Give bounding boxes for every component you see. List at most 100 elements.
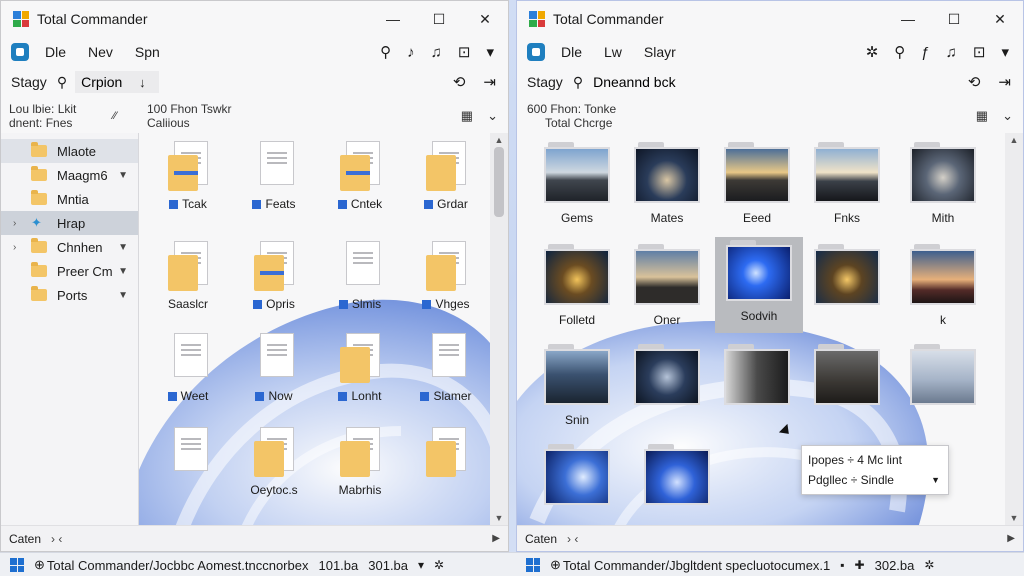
search-icon[interactable]: ⚲ [380, 43, 391, 61]
status-nav-arrows[interactable]: › ‹ [567, 532, 578, 546]
scroll-down-icon[interactable]: ▼ [1005, 513, 1023, 523]
file-item[interactable] [145, 427, 231, 483]
file-item[interactable]: Cntek [317, 141, 403, 211]
file-item[interactable]: Weet [145, 333, 231, 403]
file-item[interactable]: Grdar [403, 141, 489, 211]
thumbnail-item[interactable] [533, 444, 621, 513]
chevron-down-icon[interactable]: ▾ [418, 558, 424, 572]
music-icon[interactable]: ♫ [431, 44, 442, 61]
swap-icon[interactable]: ⇥ [483, 73, 496, 91]
header-col-2[interactable]: 100 Fhon Tswkr Caliious [139, 102, 232, 130]
thumbnail-item[interactable]: Oner [623, 244, 711, 327]
maximize-button[interactable]: ☐ [931, 1, 977, 37]
header-col-1[interactable]: 600 Fhon: Tonke Total Chcrge [517, 102, 616, 130]
scroll-up-icon[interactable]: ▲ [1005, 135, 1023, 145]
header-col-1[interactable]: Lou lbie: Lkit dnent: Fnes [1, 102, 113, 130]
file-item[interactable]: Feats [231, 141, 317, 211]
thumbnail-item[interactable] [803, 244, 891, 313]
refresh-icon[interactable]: ⟲ [968, 73, 981, 91]
function-icon[interactable]: ƒ [921, 44, 929, 61]
settings-icon[interactable]: ✲ [924, 558, 934, 572]
file-item[interactable]: Opris [231, 241, 317, 311]
more-dropdown-icon[interactable]: ▾ [486, 43, 494, 61]
vertical-scrollbar[interactable]: ▲ ▼ [490, 133, 508, 525]
vertical-scrollbar[interactable]: ▲ ▼ [1005, 133, 1023, 525]
thumbnail-item[interactable]: Gems [533, 142, 621, 225]
tree-item[interactable]: Maagm6 ▼ [1, 163, 138, 187]
thumbnail-item[interactable]: Fnks [803, 142, 891, 225]
file-item[interactable]: Vhges [403, 241, 489, 311]
close-button[interactable]: ✕ [462, 1, 508, 37]
chevron-down-icon[interactable]: ▼ [118, 266, 128, 277]
thumbnail-item[interactable] [803, 344, 891, 413]
file-item[interactable]: Oeytoc.s [231, 427, 317, 497]
file-item[interactable]: Saaslcr [145, 241, 231, 311]
chevron-down-icon[interactable]: ▼ [118, 170, 128, 181]
settings-icon[interactable]: ✲ [434, 558, 444, 572]
swap-icon[interactable]: ⇥ [998, 73, 1011, 91]
thumbnail-item[interactable]: Mith [899, 142, 987, 225]
title-bar[interactable]: Total Commander — ☐ ✕ [517, 1, 1023, 37]
sort-indicator[interactable]: ⁄⁄ [113, 110, 139, 122]
grid-view-icon[interactable]: ▦ [976, 108, 988, 124]
chevron-right-icon[interactable]: › [13, 218, 16, 229]
thumbnail-item[interactable]: Eeed [713, 142, 801, 225]
thumbnail-item[interactable]: Snin [533, 344, 621, 427]
file-item[interactable]: Slmis [317, 241, 403, 311]
menu-item-file[interactable]: Dle [45, 44, 66, 60]
file-item[interactable]: Slamer [403, 333, 489, 403]
scroll-up-icon[interactable]: ▲ [490, 135, 508, 145]
maximize-button[interactable]: ☐ [416, 1, 462, 37]
file-item[interactable]: Now [231, 333, 317, 403]
path-input[interactable] [75, 71, 160, 93]
tree-item[interactable]: Mlaote [1, 139, 138, 163]
tree-item[interactable]: Preer Cm ▼ [1, 259, 138, 283]
menu-item-new[interactable]: Nev [88, 44, 113, 60]
tree-item[interactable]: Mntia [1, 187, 138, 211]
thumbnail-item[interactable] [633, 444, 721, 513]
thumbnail-item[interactable]: Mates [623, 142, 711, 225]
tree-item[interactable]: › Chnhen ▼ [1, 235, 138, 259]
file-item[interactable]: Lonht [317, 333, 403, 403]
thumbnail-item[interactable]: Folletd [533, 244, 621, 327]
chevron-down-icon[interactable]: ▼ [118, 242, 128, 253]
menu-item-slayr[interactable]: Slayr [644, 44, 676, 60]
menu-item-file[interactable]: Dle [561, 44, 582, 60]
note-icon[interactable]: ♪ [407, 44, 415, 61]
chevron-down-icon[interactable]: ▼ [931, 470, 940, 490]
file-item[interactable] [403, 427, 489, 483]
start-icon[interactable] [10, 558, 24, 572]
minimize-button[interactable]: — [885, 1, 931, 37]
file-item[interactable]: Tcak [145, 141, 231, 211]
status-nav-arrows[interactable]: › ‹ [51, 532, 62, 546]
more-dropdown-icon[interactable]: ▾ [1001, 43, 1009, 61]
home-icon[interactable] [527, 43, 545, 61]
scroll-thumb[interactable] [494, 147, 504, 217]
view-icon[interactable]: ⊡ [973, 43, 986, 61]
title-bar[interactable]: Total Commander — ☐ ✕ [1, 1, 508, 37]
scroll-down-icon[interactable]: ▼ [490, 513, 508, 523]
search-icon[interactable]: ⚲ [894, 43, 905, 61]
thumbnail-item[interactable] [899, 344, 987, 413]
add-icon[interactable]: ✚ [855, 558, 865, 572]
refresh-icon[interactable]: ⟲ [453, 73, 466, 91]
minimize-button[interactable]: — [370, 1, 416, 37]
thumbnail-item[interactable] [623, 344, 711, 413]
chevron-down-icon[interactable]: ⌄ [1002, 108, 1013, 124]
scroll-right-icon[interactable]: ▶ [492, 533, 500, 544]
chevron-right-icon[interactable]: › [13, 242, 16, 253]
scroll-right-icon[interactable]: ▶ [1007, 533, 1015, 544]
file-item[interactable]: Mabrhis [317, 427, 403, 497]
tree-item[interactable]: Ports ▼ [1, 283, 138, 307]
home-icon[interactable] [11, 43, 29, 61]
grid-view-icon[interactable]: ▦ [461, 108, 473, 124]
thumbnail-item[interactable] [713, 344, 801, 413]
menu-item-view[interactable]: Lw [604, 44, 622, 60]
path-input[interactable] [587, 71, 738, 93]
chevron-down-icon[interactable]: ⌄ [487, 108, 498, 124]
taskbar-item[interactable]: Total Commander/Jocbbc Aomest.tnccnorbex [47, 558, 309, 573]
close-button[interactable]: ✕ [977, 1, 1023, 37]
menu-item-spn[interactable]: Spn [135, 44, 160, 60]
start-icon[interactable] [526, 558, 540, 572]
chevron-down-icon[interactable]: ▼ [118, 290, 128, 301]
